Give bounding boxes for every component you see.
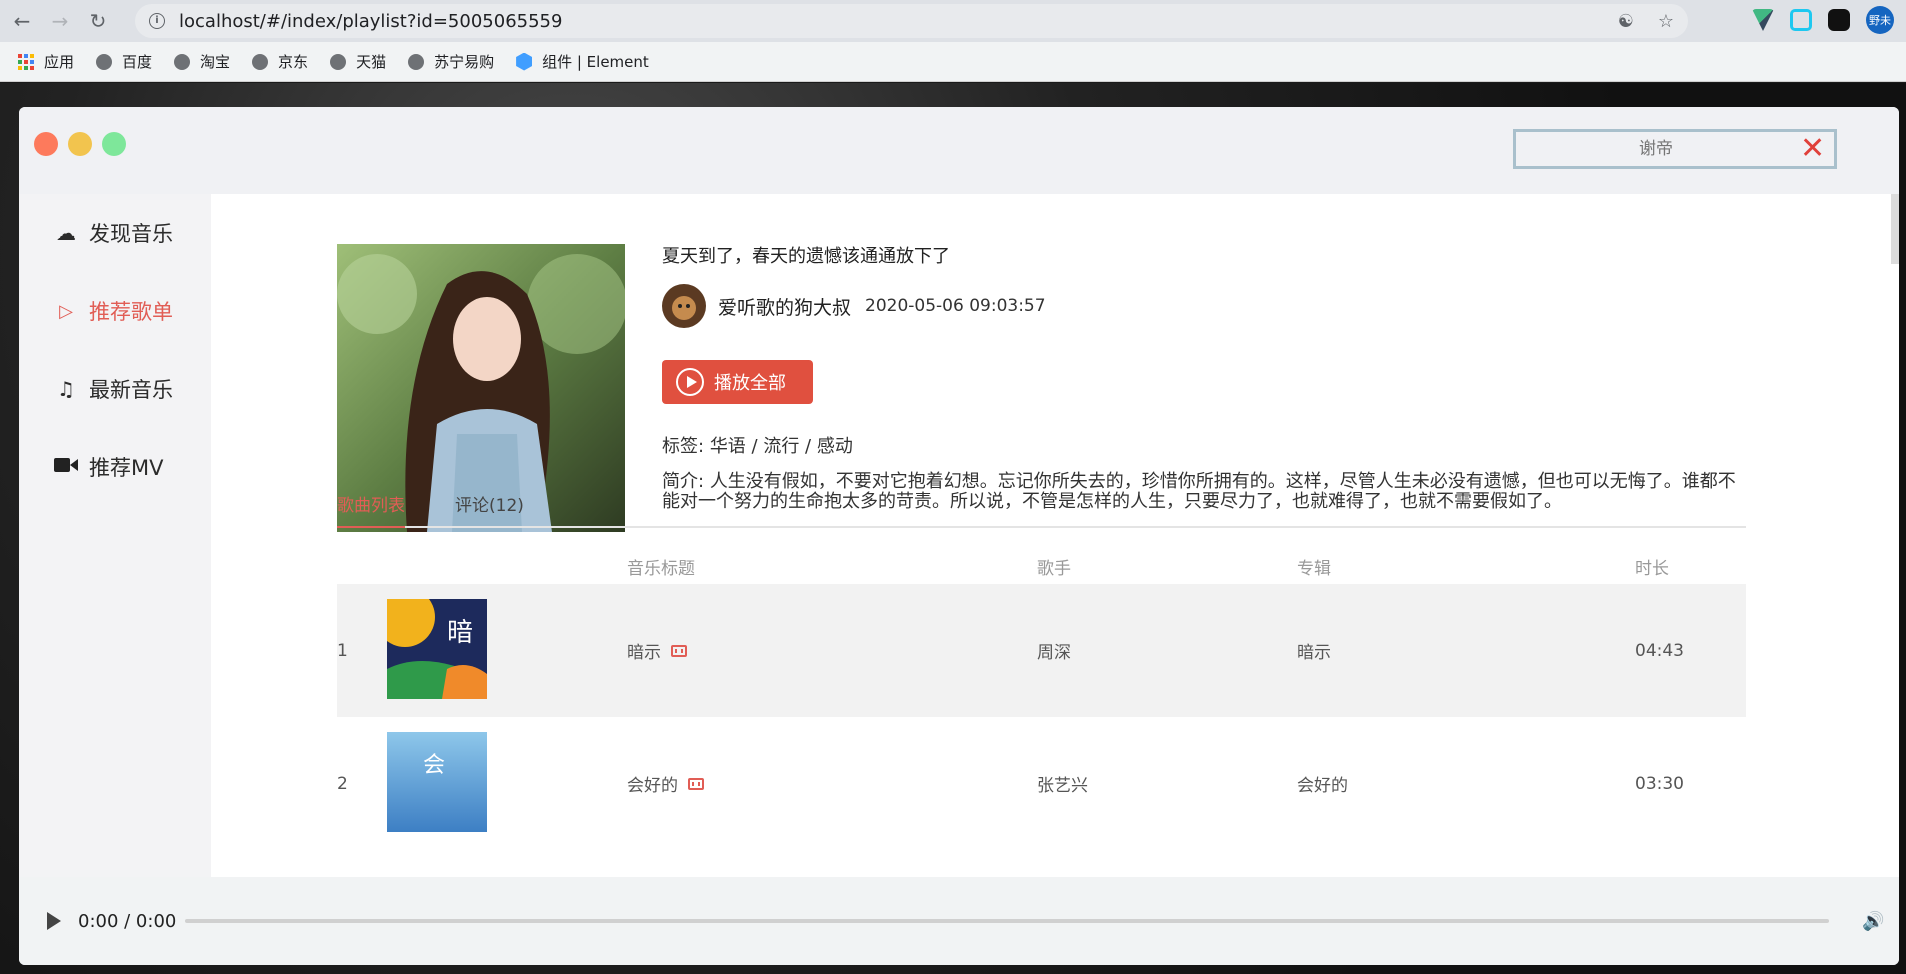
play-circle-icon [676,368,704,396]
creator-name[interactable]: 爱听歌的狗大叔 [718,293,851,320]
header-artist: 歌手 [1037,558,1071,579]
reload-icon[interactable]: ↻ [82,5,114,37]
header-album: 专辑 [1297,558,1331,579]
play-all-button[interactable]: 播放全部 [662,360,813,404]
site-info-icon[interactable]: i [149,13,165,29]
mv-icon[interactable] [671,644,687,657]
scrollbar[interactable] [1891,194,1899,264]
song-title[interactable]: 暗示 [627,638,687,663]
window-minimize-dot[interactable] [68,132,92,156]
clear-search-icon[interactable]: ✕ [1800,134,1825,164]
music-app-window: ✕ ☁ 发现音乐 ▷ 推荐歌单 ♫ 最新音乐 推荐MV [19,107,1899,965]
svg-text:暗: 暗 [447,618,473,648]
table-row[interactable]: 1 暗 暗示 周深 暗示 04:43 [337,584,1746,717]
address-bar[interactable]: i localhost/#/index/playlist?id=50050655… [135,4,1688,38]
playlist-tags: 标签: 华语 / 流行 / 感动 [662,436,853,457]
song-cover-image: 会 [387,732,487,832]
content-tabs: 歌曲列表 评论(12) [337,491,1746,528]
music-note-icon: ♫ [57,377,75,401]
sidebar-item-playlists[interactable]: ▷ 推荐歌单 [19,272,211,350]
play-icon[interactable] [47,912,61,930]
bookmark-element[interactable]: 组件 | Element [516,51,649,72]
song-title[interactable]: 会好的 [627,771,704,796]
search-box: ✕ [1513,129,1837,169]
sidebar: ☁ 发现音乐 ▷ 推荐歌单 ♫ 最新音乐 推荐MV [19,194,211,877]
bookmarks-bar: 应用 百度 淘宝 京东 天猫 苏宁易购 组件 | Element [0,42,1906,82]
row-index: 2 [337,773,348,794]
globe-icon [330,53,347,70]
playstation-icon: ▷ [59,300,73,322]
url-text[interactable]: localhost/#/index/playlist?id=5005065559 [179,11,562,32]
creator-avatar[interactable] [662,284,706,328]
progress-track[interactable] [185,919,1829,923]
song-duration: 03:30 [1635,773,1684,794]
song-album[interactable]: 会好的 [1297,771,1348,796]
bookmark-apps[interactable]: 应用 [18,51,74,72]
bookmark-tmall[interactable]: 天猫 [330,51,386,72]
window-maximize-dot[interactable] [102,132,126,156]
forward-icon[interactable]: → [44,5,76,37]
apps-grid-icon [18,53,34,70]
bookmark-star-icon[interactable]: ☆ [1658,11,1674,32]
creator-info: 爱听歌的狗大叔 2020-05-06 09:03:57 [662,284,1046,328]
extension-icon[interactable] [1790,9,1812,31]
sidebar-item-new-music[interactable]: ♫ 最新音乐 [19,350,211,428]
app-header: ✕ [19,107,1899,194]
extension-dark-icon[interactable] [1828,9,1850,31]
globe-icon [252,53,269,70]
bookmark-jd[interactable]: 京东 [252,51,308,72]
tab-comments[interactable]: 评论(12) [455,491,524,528]
audio-player: 0:00 / 0:00 🔊 [19,877,1899,965]
globe-icon [174,53,191,70]
svg-text:会: 会 [423,753,445,778]
table-row[interactable]: 2 会 会好的 张艺兴 会好的 03:30 [337,717,1746,850]
window-close-dot[interactable] [34,132,58,156]
song-cover-image: 暗 [387,599,487,699]
vue-devtools-icon[interactable] [1752,9,1774,31]
sidebar-item-mv[interactable]: 推荐MV [19,428,211,506]
cloud-icon: ☁ [56,221,76,245]
search-input[interactable] [1516,132,1796,166]
song-duration: 04:43 [1635,640,1684,661]
song-artist[interactable]: 周深 [1037,638,1071,663]
volume-icon[interactable]: 🔊 [1862,911,1884,932]
tab-song-list[interactable]: 歌曲列表 [337,491,405,528]
header-duration: 时长 [1635,558,1669,579]
globe-icon [96,53,113,70]
player-time: 0:00 / 0:00 [78,910,177,932]
back-icon[interactable]: ← [6,5,38,37]
mv-icon[interactable] [688,777,704,790]
video-camera-icon [51,455,81,479]
playlist-cover-image [337,244,625,532]
song-album[interactable]: 暗示 [1297,638,1331,663]
playlist-title: 夏天到了，春天的遗憾该通通放下了 [662,246,950,267]
song-table-header: 音乐标题 歌手 专辑 时长 [337,548,1746,584]
row-index: 1 [337,640,348,661]
header-title: 音乐标题 [627,558,695,579]
bookmark-baidu[interactable]: 百度 [96,51,152,72]
created-time: 2020-05-06 09:03:57 [865,296,1046,316]
globe-icon [408,53,425,70]
bookmark-suning[interactable]: 苏宁易购 [408,51,494,72]
song-artist[interactable]: 张艺兴 [1037,771,1088,796]
translate-icon[interactable]: ☯ [1618,11,1634,32]
sidebar-item-discover[interactable]: ☁ 发现音乐 [19,194,211,272]
main-content: 夏天到了，春天的遗憾该通通放下了 爱听歌的狗大叔 2020-05-06 09:0… [211,194,1899,877]
browser-toolbar: ← → ↻ i localhost/#/index/playlist?id=50… [0,0,1906,42]
bookmark-taobao[interactable]: 淘宝 [174,51,230,72]
element-logo-icon [516,52,533,71]
profile-avatar[interactable]: 野未 [1866,6,1894,34]
